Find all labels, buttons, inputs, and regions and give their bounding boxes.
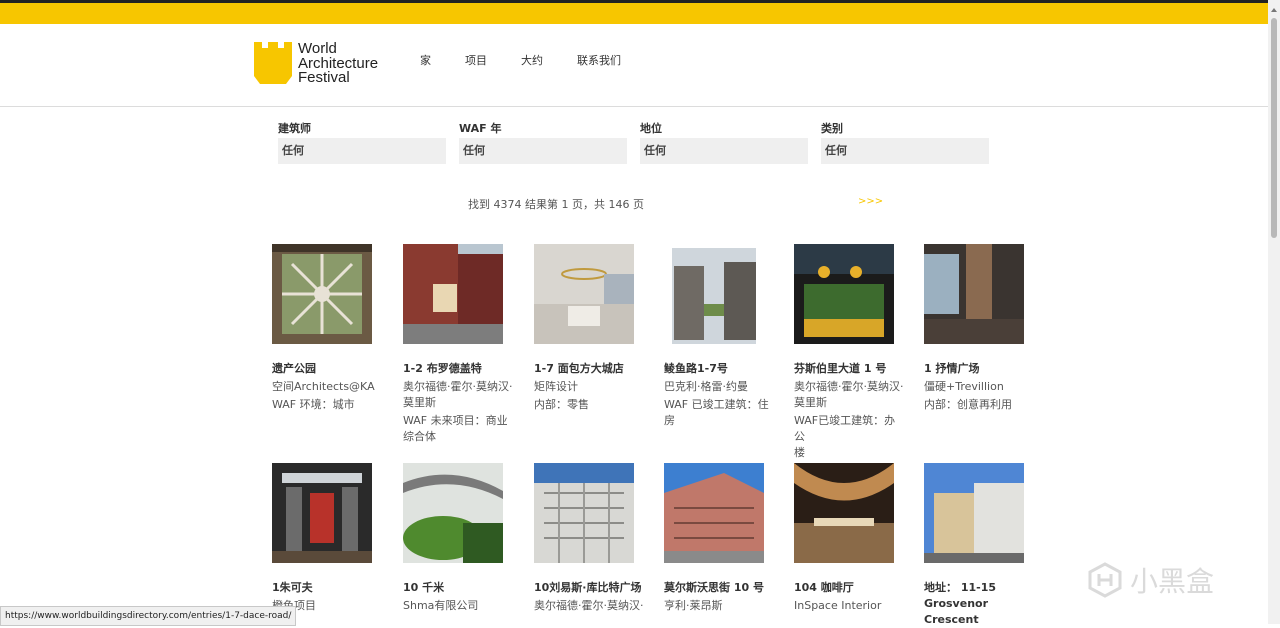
- project-card: 1朱可夫 橙色项目: [272, 463, 382, 614]
- scroll-up-icon[interactable]: [1270, 6, 1278, 14]
- project-architect: 空间Architects@KA: [272, 380, 375, 393]
- project-card: 地址： 11-15 Grosvenor Crescent: [924, 463, 1044, 628]
- project-category-cont: 楼: [794, 446, 805, 459]
- project-thumbnail[interactable]: [794, 463, 894, 563]
- project-architect: 奥尔福德·霍尔·莫纳汉·: [794, 380, 904, 393]
- project-thumbnail[interactable]: [534, 463, 634, 563]
- project-thumbnail[interactable]: [403, 244, 503, 344]
- project-title[interactable]: 地址： 11-15: [924, 580, 1044, 596]
- project-category: WAF 已竣工建筑：住: [664, 398, 769, 411]
- project-category: 内部：创意再利用: [924, 398, 1012, 411]
- filter-architect-label: 建筑师: [278, 122, 311, 135]
- filter-category: 类别 任何: [821, 120, 989, 164]
- filter-status: 地位 任何: [640, 120, 808, 164]
- status-bar-url: https://www.worldbuildingsdirectory.com/…: [0, 606, 297, 626]
- watermark-logo-icon: [1088, 562, 1122, 598]
- project-thumbnail[interactable]: [664, 244, 764, 344]
- filter-bar: 建筑师 任何 WAF 年 任何 地位 任何 类别 任何: [278, 120, 1002, 164]
- nav-contact[interactable]: 联系我们: [577, 52, 621, 68]
- project-title[interactable]: 1-7 面包方大城店: [534, 361, 644, 377]
- project-thumbnail[interactable]: [403, 463, 503, 563]
- project-card: 莫尔斯沃思街 10 号 亨利·莱昂斯: [664, 463, 774, 614]
- project-category: WAF 环境：城市: [272, 398, 355, 411]
- project-category: 内部：零售: [534, 398, 589, 411]
- filter-category-select[interactable]: 任何: [821, 138, 989, 164]
- project-thumbnail[interactable]: [794, 244, 894, 344]
- project-card: 104 咖啡厅 InSpace Interior: [794, 463, 904, 614]
- watermark-text: 小黑盒: [1130, 565, 1215, 598]
- project-thumbnail[interactable]: [534, 244, 634, 344]
- waf-logo-icon: [252, 42, 294, 84]
- project-architect-cont: 莫里斯: [403, 396, 436, 409]
- project-title[interactable]: 10 千米: [403, 580, 513, 596]
- project-architect: Shma有限公司: [403, 599, 479, 612]
- filter-category-label: 类别: [821, 122, 843, 135]
- filter-year-label: WAF 年: [459, 122, 502, 135]
- project-title[interactable]: 鲮鱼路1-7号: [664, 361, 774, 377]
- project-card: 10 千米 Shma有限公司: [403, 463, 513, 614]
- filter-status-select[interactable]: 任何: [640, 138, 808, 164]
- main-nav: 家 项目 大约 联系我们: [420, 52, 655, 68]
- top-accent-bar: [0, 0, 1280, 24]
- project-thumbnail[interactable]: [924, 244, 1024, 344]
- project-card: 10刘易斯·库比特广场 奥尔福德·霍尔·莫纳汉·: [534, 463, 644, 614]
- waf-logo-text: World Architecture Festival: [298, 41, 378, 86]
- filter-architect-select[interactable]: 任何: [278, 138, 446, 164]
- project-card: 1-7 面包方大城店 矩阵设计 内部：零售: [534, 244, 644, 413]
- scrollbar-thumb[interactable]: [1271, 18, 1277, 238]
- project-title[interactable]: 104 咖啡厅: [794, 580, 904, 596]
- project-title[interactable]: 10刘易斯·库比特广场: [534, 580, 644, 596]
- project-thumbnail[interactable]: [272, 463, 372, 563]
- project-category: WAF已竣工建筑：办公: [794, 414, 896, 443]
- project-architect: 僵硬+Trevillion: [924, 380, 1004, 393]
- project-title[interactable]: 1 抒情广场: [924, 361, 1034, 377]
- project-category-cont: 综合体: [403, 430, 436, 443]
- project-title[interactable]: 莫尔斯沃思街 10 号: [664, 580, 774, 596]
- waf-logo[interactable]: World Architecture Festival: [252, 41, 378, 86]
- project-architect: 矩阵设计: [534, 380, 578, 393]
- next-page-link[interactable]: >>>: [858, 196, 883, 207]
- filter-year-select[interactable]: 任何: [459, 138, 627, 164]
- project-title[interactable]: 遗产公园: [272, 361, 382, 377]
- filter-year: WAF 年 任何: [459, 120, 627, 164]
- project-thumbnail[interactable]: [664, 463, 764, 563]
- project-architect-cont: 莫里斯: [794, 396, 827, 409]
- project-architect: InSpace Interior: [794, 599, 882, 612]
- logo-line-3: Festival: [298, 69, 350, 86]
- project-card: 鲮鱼路1-7号 巴克利·格雷·约曼 WAF 已竣工建筑：住 房: [664, 244, 774, 429]
- project-architect: 奥尔福德·霍尔·莫纳汉·: [534, 599, 644, 612]
- project-title[interactable]: 1-2 布罗德盖特: [403, 361, 513, 377]
- site-header: World Architecture Festival 家 项目 大约 联系我们: [0, 24, 1268, 107]
- project-architect: 巴克利·格雷·约曼: [664, 380, 748, 393]
- page-scrollbar[interactable]: [1268, 0, 1280, 624]
- watermark: 小黑盒: [1086, 560, 1214, 600]
- filter-architect: 建筑师 任何: [278, 120, 446, 164]
- project-title-cont[interactable]: Grosvenor Crescent: [924, 596, 1044, 628]
- filter-status-label: 地位: [640, 122, 662, 135]
- nav-home[interactable]: 家: [420, 52, 431, 68]
- project-category: WAF 未来项目：商业: [403, 414, 508, 427]
- project-thumbnail[interactable]: [272, 244, 372, 344]
- project-title[interactable]: 芬斯伯里大道 1 号: [794, 361, 904, 377]
- project-thumbnail[interactable]: [924, 463, 1024, 563]
- nav-about[interactable]: 大约: [521, 52, 543, 68]
- results-count: 找到 4374 结果第 1 页，共 146 页: [468, 198, 644, 211]
- project-card: 1-2 布罗德盖特 奥尔福德·霍尔·莫纳汉· 莫里斯 WAF 未来项目：商业 综…: [403, 244, 513, 445]
- project-title[interactable]: 1朱可夫: [272, 580, 382, 596]
- project-architect: 亨利·莱昂斯: [664, 599, 723, 612]
- project-card: 芬斯伯里大道 1 号 奥尔福德·霍尔·莫纳汉· 莫里斯 WAF已竣工建筑：办公 …: [794, 244, 904, 461]
- project-card: 遗产公园 空间Architects@KA WAF 环境：城市: [272, 244, 382, 413]
- project-architect: 奥尔福德·霍尔·莫纳汉·: [403, 380, 513, 393]
- project-card: 1 抒情广场 僵硬+Trevillion 内部：创意再利用: [924, 244, 1034, 413]
- nav-projects[interactable]: 项目: [465, 52, 487, 68]
- project-category-cont: 房: [664, 414, 675, 427]
